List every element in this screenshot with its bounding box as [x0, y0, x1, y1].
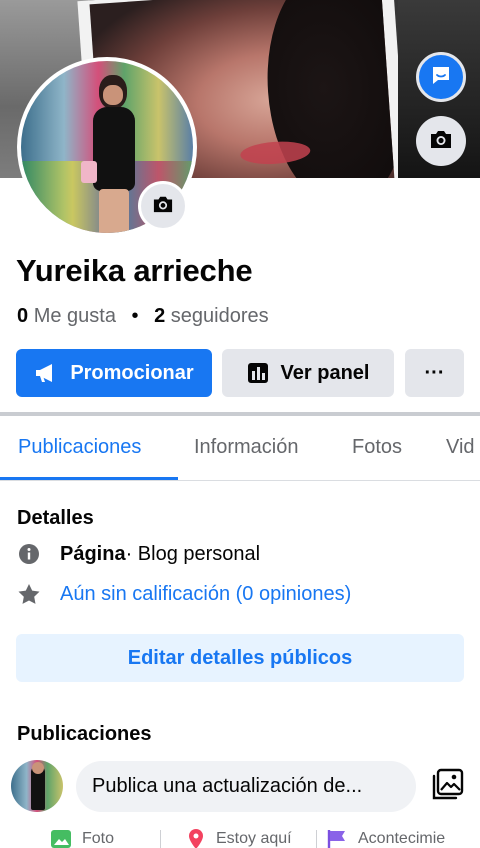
photo-gallery-icon: [430, 768, 464, 807]
post-composer-input[interactable]: Publica una actualización de...: [76, 761, 416, 812]
tabs-divider: [0, 480, 480, 481]
check-in-label: Estoy aquí: [216, 830, 292, 847]
camera-icon: [429, 128, 453, 155]
info-icon: [17, 543, 41, 565]
rating-link[interactable]: Aún sin calificación (0 opiniones): [60, 583, 351, 606]
tab-videos[interactable]: Vid: [446, 436, 475, 459]
details-heading: Detalles: [17, 507, 94, 529]
messenger-icon: [429, 63, 453, 92]
likes-label: Me gusta: [33, 305, 116, 327]
messenger-button[interactable]: [416, 52, 466, 102]
camera-icon: [152, 194, 174, 219]
tab-publicaciones[interactable]: Publicaciones: [18, 436, 141, 459]
life-event-action[interactable]: Acontecimie: [326, 828, 445, 848]
category-value: · Blog personal: [125, 542, 261, 565]
photo-icon: [50, 828, 72, 848]
composer-actions: Foto Estoy aquí Acontecimie: [0, 828, 480, 848]
action-separator: [160, 830, 161, 848]
bar-chart-icon: [247, 362, 269, 384]
category-type: Página: [60, 542, 126, 565]
followers-label: seguidores: [170, 305, 269, 327]
page-stats: 0 Me gusta • 2 seguidores: [17, 305, 269, 328]
edit-cover-photo-button[interactable]: [416, 116, 466, 166]
edit-public-details-button[interactable]: Editar detalles públicos: [16, 634, 464, 682]
likes-count: 0: [17, 305, 29, 327]
promote-button[interactable]: Promocionar: [16, 349, 212, 397]
page-tabs: Publicaciones Información Fotos Vid: [0, 416, 480, 480]
more-options-button[interactable]: ···: [405, 349, 464, 397]
flag-icon: [326, 828, 348, 848]
life-event-label: Acontecimie: [358, 830, 446, 847]
megaphone-icon: [34, 362, 58, 384]
avatar-person: [81, 71, 139, 233]
avatar-dress: [93, 107, 135, 191]
photo-action[interactable]: Foto: [50, 828, 114, 848]
avatar-face: [103, 85, 123, 105]
detail-rating[interactable]: Aún sin calificación (0 opiniones): [17, 580, 351, 608]
tab-fotos[interactable]: Fotos: [352, 436, 402, 459]
star-icon: [17, 583, 41, 605]
action-separator: [316, 830, 317, 848]
check-in-action[interactable]: Estoy aquí: [186, 828, 292, 848]
followers-count: 2: [154, 305, 166, 327]
location-pin-icon: [186, 828, 206, 848]
avatar-legs: [99, 189, 129, 233]
panel-label: Ver panel: [280, 361, 370, 384]
more-icon: ···: [424, 361, 445, 384]
add-photo-button[interactable]: [428, 768, 466, 806]
stats-separator: •: [131, 305, 139, 327]
page-title: Yureika arrieche: [16, 253, 253, 288]
composer-avatar-head: [32, 762, 44, 774]
photo-action-label: Foto: [82, 830, 115, 847]
view-dashboard-button[interactable]: Ver panel: [222, 349, 394, 397]
promote-label: Promocionar: [70, 361, 194, 384]
posts-heading: Publicaciones: [17, 723, 152, 745]
avatar-bag: [81, 161, 97, 183]
edit-profile-picture-button[interactable]: [138, 181, 188, 231]
composer-avatar[interactable]: [11, 760, 63, 812]
tab-informacion[interactable]: Información: [194, 436, 299, 459]
detail-category: Página · Blog personal: [17, 540, 260, 568]
